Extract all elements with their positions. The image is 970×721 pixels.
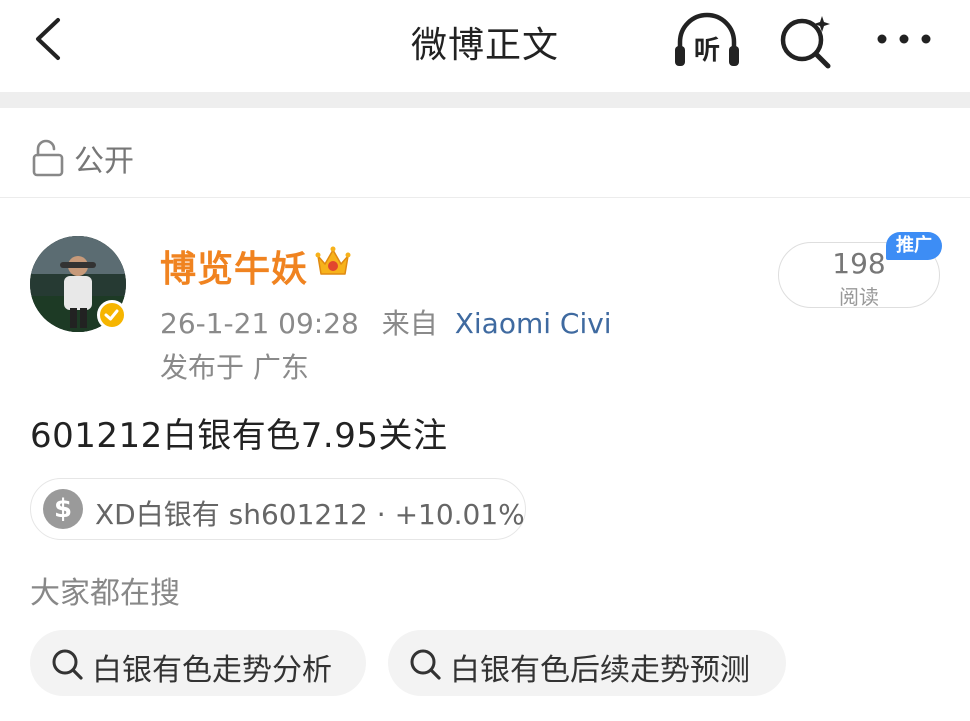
search-icon [52, 649, 83, 680]
post-meta: 26-1-21 09:28 来自 Xiaomi Civi [160, 302, 612, 342]
source-prefix: 来自 [381, 307, 438, 340]
trending-search-heading: 大家都在搜 [30, 576, 180, 611]
more-options-button[interactable] [872, 24, 936, 54]
visibility-row: 公开 [0, 108, 970, 198]
search-sparkle-icon [780, 16, 831, 69]
search-suggestion[interactable]: 白银有色后续走势预测 [388, 630, 786, 696]
post-content: 601212白银有色7.95关注 [30, 416, 448, 456]
crown-icon [315, 246, 351, 275]
visibility-label: 公开 [74, 144, 134, 179]
read-count-label: 阅读 [839, 285, 879, 309]
verified-badge [97, 300, 127, 330]
search-suggestion-label: 白银有色走势分析 [92, 653, 332, 688]
promote-badge[interactable]: 推广 [886, 232, 942, 260]
listen-label: 听 [693, 36, 720, 66]
unlock-icon [32, 139, 64, 177]
stock-chip-text: XD白银有 sh601212 · +10.01% [95, 498, 525, 531]
post-location: 发布于 广东 [160, 351, 309, 384]
dollar-icon: $ [43, 489, 83, 529]
search-suggestion[interactable]: 白银有色走势分析 [30, 630, 366, 696]
section-divider [0, 92, 970, 108]
listen-button[interactable]: 听 [672, 12, 742, 70]
search-button[interactable] [776, 12, 836, 70]
post-timestamp: 26-1-21 09:28 [160, 307, 359, 340]
search-icon [410, 649, 441, 680]
search-suggestion-label: 白银有色后续走势预测 [450, 653, 750, 688]
author-name[interactable]: 博览牛妖 [160, 240, 308, 292]
stock-chip[interactable]: $ XD白银有 sh601212 · +10.01% [30, 478, 526, 540]
more-dots-icon [877, 34, 931, 44]
source-app-link[interactable]: Xiaomi Civi [455, 307, 612, 340]
verified-check-icon [104, 309, 119, 321]
top-nav-bar: 微博正文 听 [0, 0, 970, 92]
